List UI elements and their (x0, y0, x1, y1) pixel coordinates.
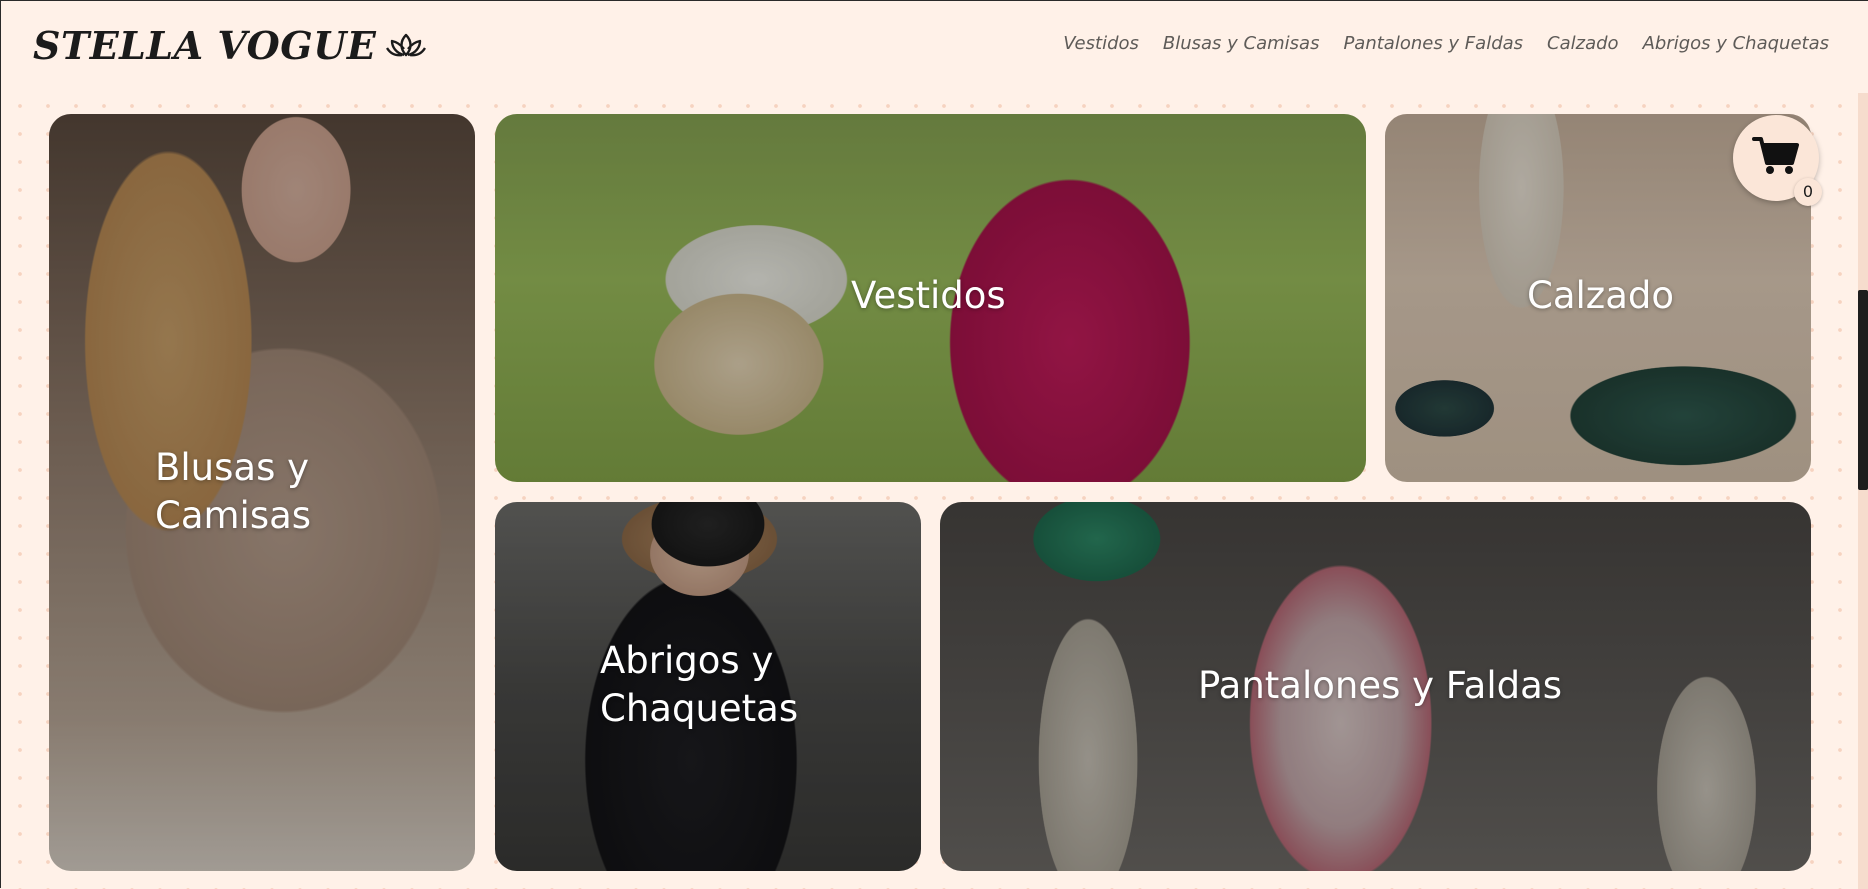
main-nav: Vestidos Blusas y Camisas Pantalones y F… (1063, 33, 1829, 54)
category-title-abrigos: Abrigos y Chaquetas (600, 637, 798, 733)
category-title-line: Camisas (155, 494, 312, 537)
category-tile-vestidos[interactable]: Vestidos (495, 114, 1366, 482)
nav-link-abrigos-y-chaquetas[interactable]: Abrigos y Chaquetas (1643, 33, 1829, 54)
site-header: STELLA VOGUE Vestidos Blusas y Camisas P… (1, 1, 1868, 93)
category-title-pantalones: Pantalones y Faldas (1198, 664, 1563, 707)
cart-count-badge: 0 (1794, 178, 1822, 206)
cart-icon (1752, 135, 1800, 181)
scrollbar-thumb[interactable] (1858, 290, 1868, 490)
brand-logo[interactable]: STELLA VOGUE (33, 23, 427, 68)
category-title-line: Chaquetas (600, 687, 799, 730)
category-tile-abrigos-y-chaquetas[interactable]: Abrigos y Chaquetas (495, 502, 921, 871)
category-title-line: Blusas y (155, 446, 309, 489)
lotus-icon (386, 31, 427, 61)
nav-link-pantalones-y-faldas[interactable]: Pantalones y Faldas (1343, 33, 1523, 54)
brand-name: STELLA VOGUE (33, 23, 377, 68)
nav-link-vestidos[interactable]: Vestidos (1063, 33, 1139, 54)
scrollbar-track[interactable] (1858, 93, 1868, 889)
category-title-line: Abrigos y (600, 639, 774, 682)
category-title-calzado: Calzado (1527, 274, 1675, 317)
category-tile-blusas-y-camisas[interactable]: Blusas y Camisas (49, 114, 475, 871)
category-title-vestidos: Vestidos (851, 274, 1006, 317)
category-title-blusas: Blusas y Camisas (155, 444, 311, 540)
nav-link-blusas-y-camisas[interactable]: Blusas y Camisas (1163, 33, 1320, 54)
category-tile-pantalones-y-faldas[interactable]: Pantalones y Faldas (940, 502, 1811, 871)
nav-link-calzado[interactable]: Calzado (1547, 33, 1619, 54)
